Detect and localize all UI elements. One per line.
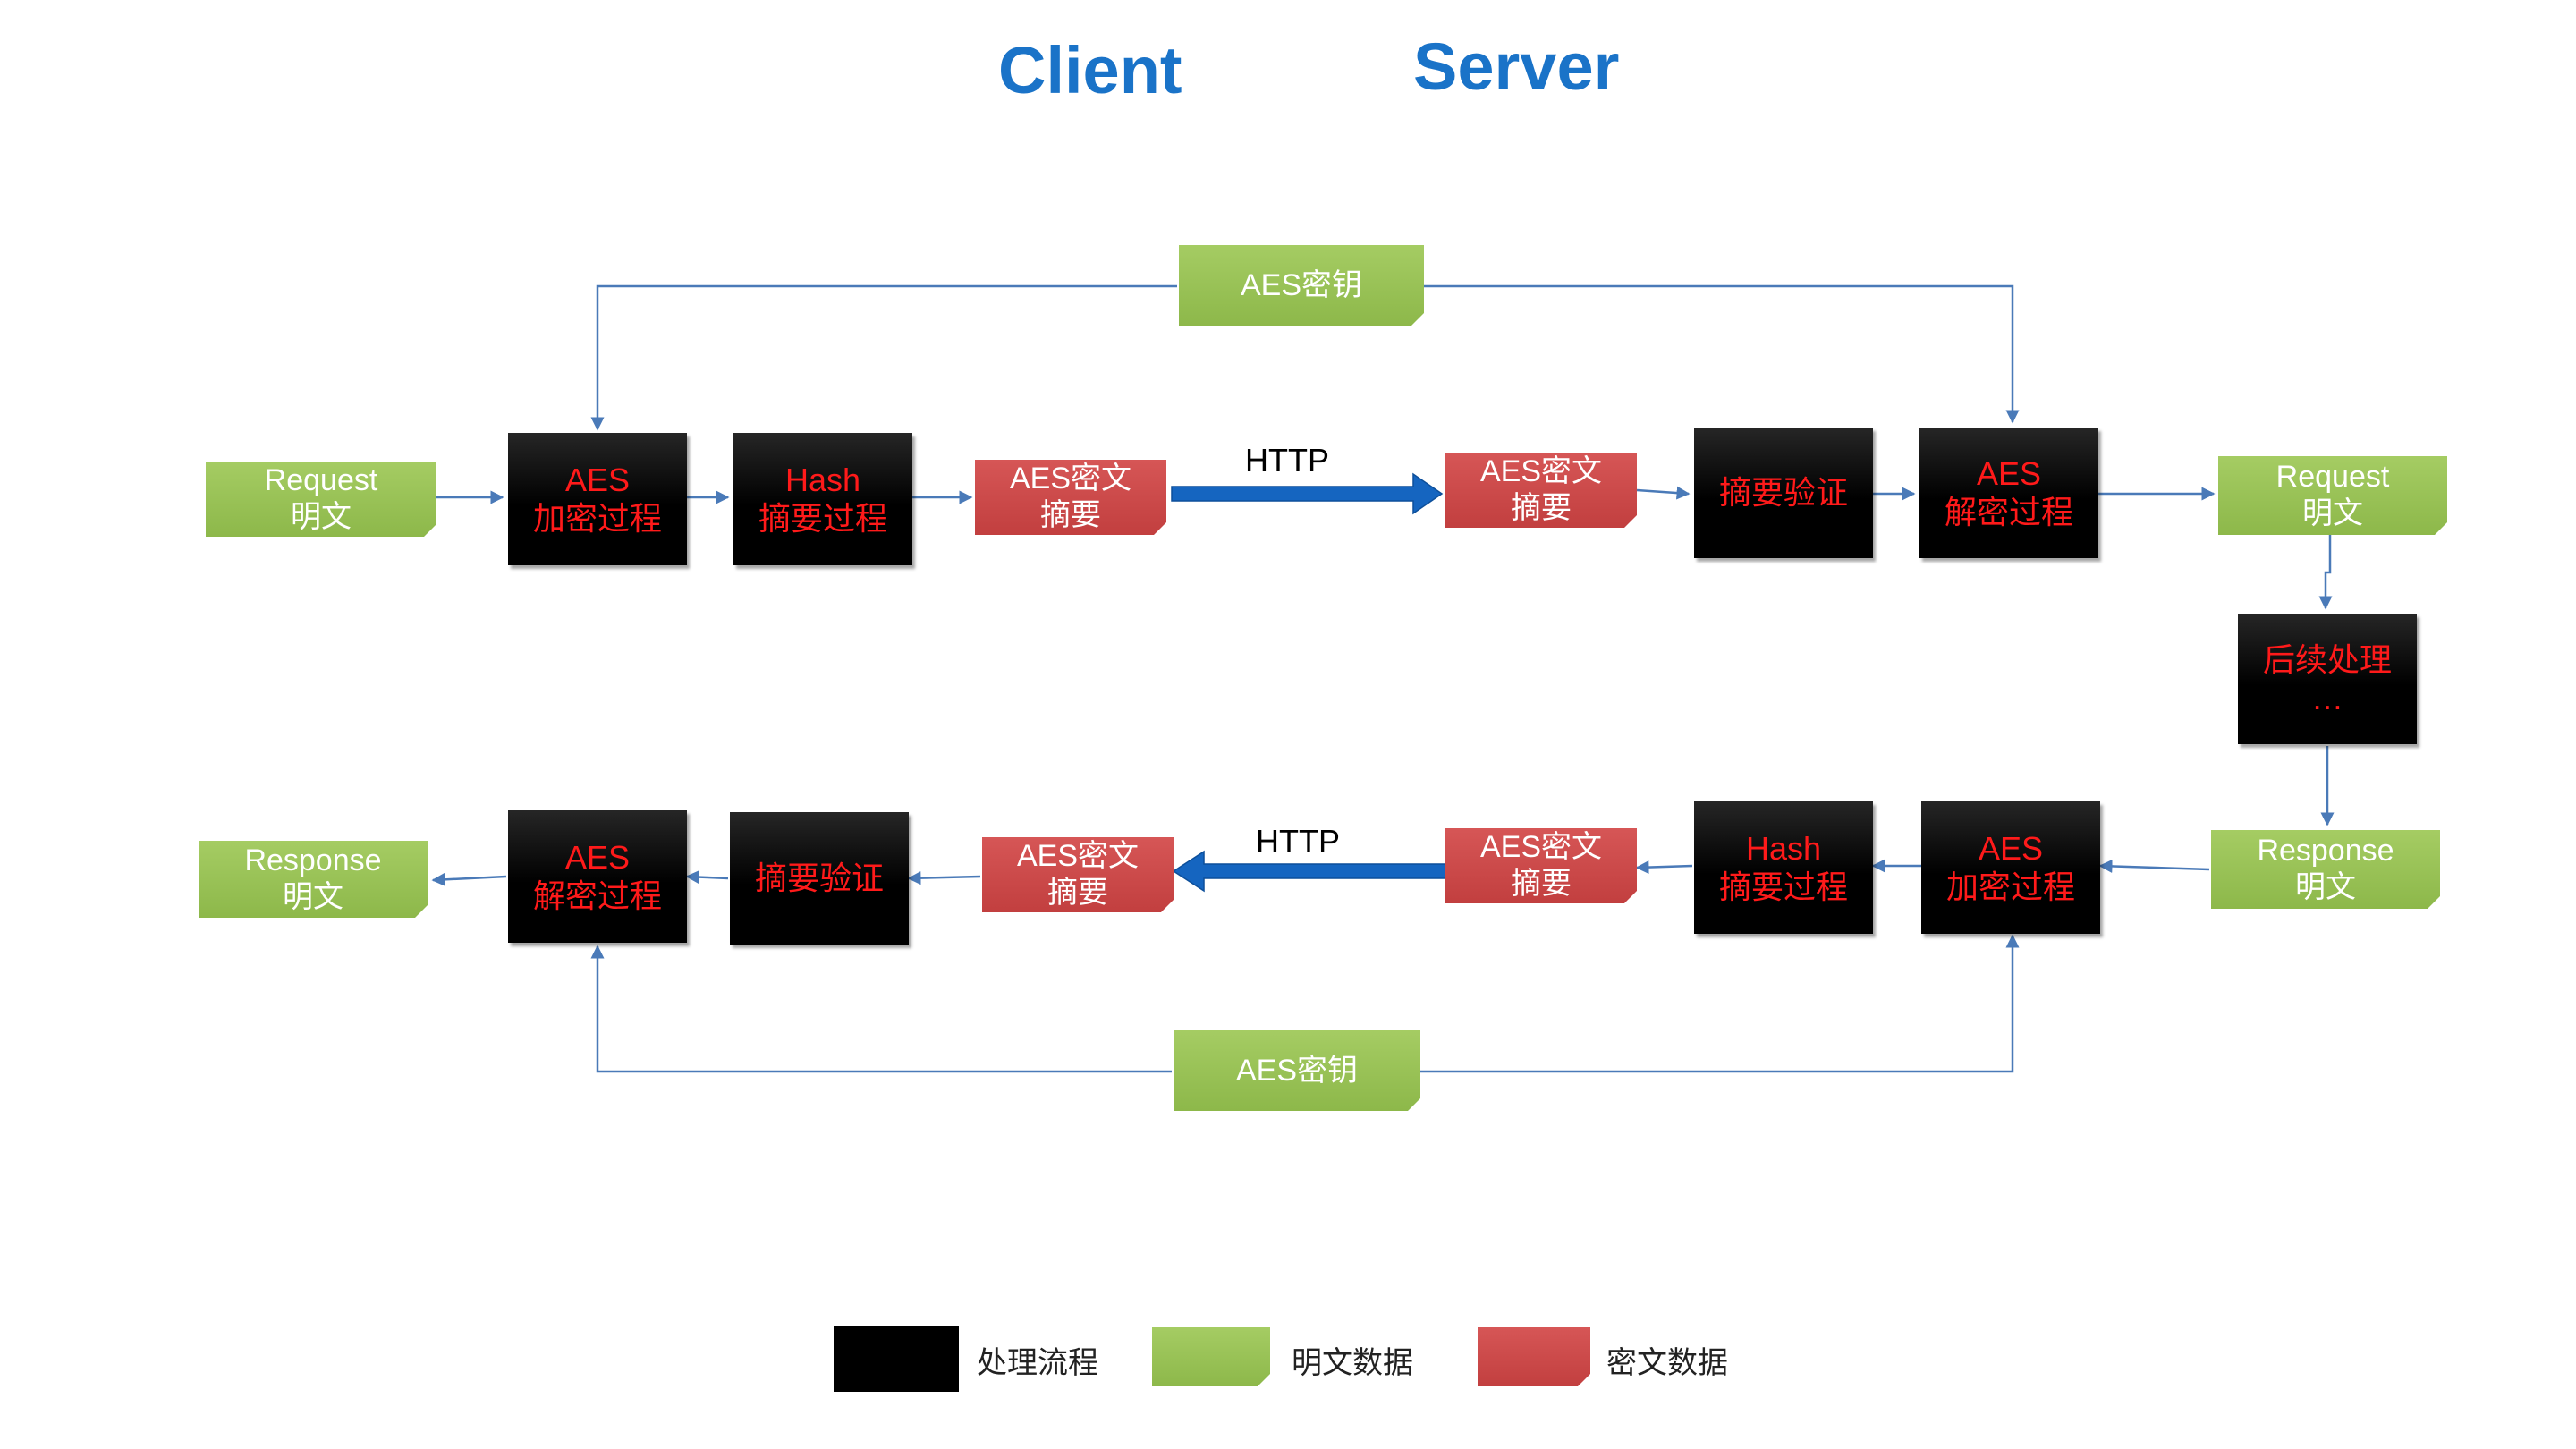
aes-ciphertext-client-bottom: AES密文 摘要 bbox=[982, 837, 1174, 912]
response-plaintext-client: Response 明文 bbox=[199, 841, 428, 918]
request-plaintext-server-line1: Request bbox=[2275, 460, 2390, 495]
decrypt-to-response-connector bbox=[431, 872, 507, 886]
followup-line1: 后续处理 bbox=[2262, 640, 2392, 678]
aes-decrypt-client-process: AES 解密过程 bbox=[508, 810, 687, 943]
aes-key-bottom-label: AES密钥 bbox=[1235, 1053, 1359, 1088]
request-plaintext-server-line2: 明文 bbox=[2302, 496, 2363, 530]
connector-layer bbox=[431, 284, 2334, 1073]
hash-to-cipher-bottom-connector bbox=[1635, 860, 1693, 875]
hash-digest-line2: 摘要过程 bbox=[758, 500, 887, 537]
aes-key-top-label: AES密钥 bbox=[1240, 267, 1363, 302]
digest-verify-label: 摘要验证 bbox=[1718, 474, 1848, 512]
http-request-arrow bbox=[1171, 472, 1444, 515]
request-to-followup-connector bbox=[2318, 535, 2333, 610]
hash-digest-server-line1: Hash bbox=[1745, 829, 1822, 867]
legend-plain-label: 明文数据 bbox=[1292, 1346, 1413, 1380]
hash-digest-server-line2: 摘要过程 bbox=[1718, 869, 1848, 905]
aes-decrypt-client-line1: AES bbox=[564, 838, 631, 876]
followup-process: 后续处理 … bbox=[2238, 614, 2417, 744]
aes-ciphertext-server-bottom-line1: AES密文 bbox=[1479, 830, 1603, 865]
aes-decrypt-client-line2: 解密过程 bbox=[532, 877, 662, 914]
key-to-encrypt-connector bbox=[590, 284, 1177, 431]
aes-ciphertext-server-line2: 摘要 bbox=[1511, 491, 1572, 525]
digest-verify-client-label: 摘要验证 bbox=[754, 860, 884, 897]
hash-digest-process: Hash 摘要过程 bbox=[733, 433, 912, 565]
digest-verify-client-process: 摘要验证 bbox=[730, 812, 909, 945]
request-plaintext-client-line2: 明文 bbox=[291, 500, 352, 534]
legend-plain-swatch bbox=[1152, 1327, 1270, 1386]
aes-encrypt-server-process: AES 加密过程 bbox=[1921, 801, 2100, 934]
aes-encrypt-line1: AES bbox=[564, 461, 631, 498]
aes-ciphertext-client-bottom-line2: 摘要 bbox=[1047, 876, 1108, 910]
http-response-label: HTTP bbox=[1256, 823, 1340, 860]
client-title: Client bbox=[998, 33, 1182, 107]
legend-process-swatch bbox=[834, 1326, 959, 1392]
key-to-decrypt-bottom-connector bbox=[590, 945, 1172, 1073]
hash-digest-server-process: Hash 摘要过程 bbox=[1694, 801, 1873, 934]
aes-key-bottom: AES密钥 bbox=[1174, 1030, 1420, 1111]
aes-encrypt-server-line1: AES bbox=[1978, 829, 2044, 867]
cipher-to-verify-connector bbox=[1636, 486, 1690, 500]
aes-ciphertext-client: AES密文 摘要 bbox=[975, 460, 1166, 535]
legend-process-label: 处理流程 bbox=[977, 1346, 1098, 1380]
response-plaintext-server: Response 明文 bbox=[2211, 830, 2440, 909]
response-plaintext-client-line2: 明文 bbox=[283, 880, 343, 914]
cipher-to-verify-bottom-connector bbox=[907, 871, 981, 886]
aes-ciphertext-server: AES密文 摘要 bbox=[1445, 453, 1637, 528]
aes-decrypt-line1: AES bbox=[1976, 454, 2042, 492]
followup-line2: … bbox=[2311, 680, 2343, 716]
aes-ciphertext-client-line1: AES密文 bbox=[1009, 462, 1132, 496]
key-to-encrypt-bottom-connector bbox=[1420, 934, 2020, 1073]
response-to-encrypt-connector bbox=[2098, 859, 2210, 873]
request-plaintext-server: Request 明文 bbox=[2218, 456, 2447, 535]
server-title: Server bbox=[1413, 30, 1620, 104]
aes-encrypt-process: AES 加密过程 bbox=[508, 433, 687, 565]
digest-verify-process: 摘要验证 bbox=[1694, 428, 1873, 558]
http-request-label: HTTP bbox=[1245, 442, 1329, 479]
verify-to-decrypt-bottom-connector bbox=[685, 870, 729, 885]
aes-encrypt-line2: 加密过程 bbox=[532, 500, 662, 537]
request-plaintext-client: Request 明文 bbox=[206, 462, 436, 537]
aes-ciphertext-server-line1: AES密文 bbox=[1479, 454, 1603, 489]
aes-ciphertext-client-line2: 摘要 bbox=[1040, 498, 1101, 532]
request-plaintext-client-line1: Request bbox=[264, 463, 378, 498]
aes-ciphertext-server-bottom-line2: 摘要 bbox=[1511, 867, 1572, 901]
aes-encrypt-server-line2: 加密过程 bbox=[1945, 869, 2075, 905]
response-plaintext-client-line1: Response bbox=[244, 843, 382, 878]
aes-decrypt-line2: 解密过程 bbox=[1944, 494, 2073, 530]
response-plaintext-server-line2: 明文 bbox=[2295, 870, 2356, 904]
aes-ciphertext-server-bottom: AES密文 摘要 bbox=[1445, 828, 1637, 903]
aes-key-top: AES密钥 bbox=[1179, 245, 1424, 326]
key-to-decrypt-connector bbox=[1424, 284, 2020, 424]
hash-digest-line1: Hash bbox=[784, 461, 861, 498]
legend-cipher-label: 密文数据 bbox=[1606, 1346, 1728, 1380]
aes-decrypt-process: AES 解密过程 bbox=[1919, 428, 2098, 558]
legend-cipher-swatch bbox=[1478, 1327, 1590, 1386]
response-plaintext-server-line1: Response bbox=[2257, 834, 2394, 869]
diagram-canvas: Client Server AES密钥 Request 明文 AES 加密过程 … bbox=[0, 0, 2576, 1449]
aes-ciphertext-client-bottom-line1: AES密文 bbox=[1016, 839, 1140, 874]
